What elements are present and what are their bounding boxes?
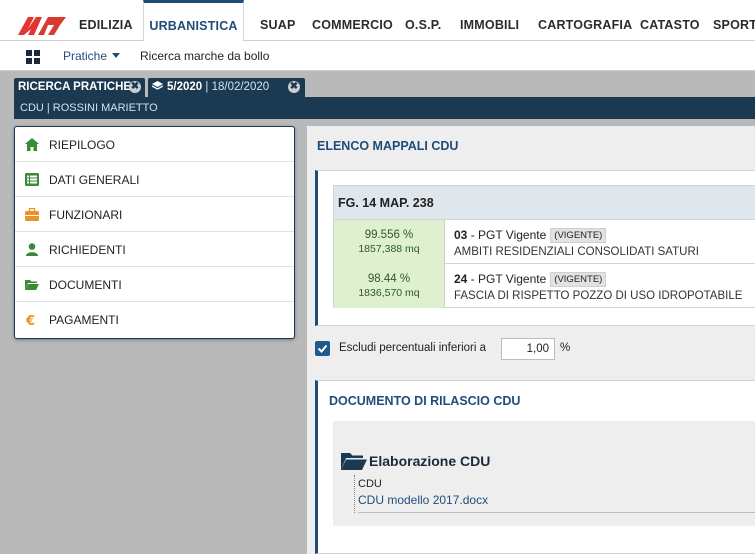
nav-tab-commercio[interactable]: COMMERCIO bbox=[312, 0, 393, 41]
status-badge: (VIGENTE) bbox=[550, 228, 607, 243]
zone-description: 03 - PGT Vigente (VIGENTE) AMBITI RESIDEN… bbox=[454, 220, 699, 264]
section-title-documento: DOCUMENTO DI RILASCIO CDU bbox=[329, 394, 521, 408]
menu-label: FUNZIONARI bbox=[49, 208, 123, 222]
close-tab-icon[interactable]: ✖ bbox=[129, 81, 141, 93]
tab-record[interactable]: 5/2020 | 18/02/2020 ✖ bbox=[148, 78, 305, 97]
tab-ricerca-pratiche[interactable]: RICERCA PRATICHE ✖ bbox=[14, 78, 145, 97]
table-row: 99.556 % 1857,388 mq 03 - PGT Vigente (VI… bbox=[333, 220, 755, 264]
zone-description: 24 - PGT Vigente (VIGENTE) FASCIA DI RISP… bbox=[454, 264, 742, 308]
section-title-mappali: ELENCO MAPPALI CDU bbox=[317, 139, 459, 153]
menu-label: RIEPILOGO bbox=[49, 138, 116, 152]
parcel-card: FG. 14 MAP. 238 99.556 % 1857,388 mq 03 … bbox=[315, 170, 755, 326]
menu-label: RICHIEDENTI bbox=[49, 243, 126, 257]
min-percent-input[interactable] bbox=[501, 338, 555, 360]
divider bbox=[358, 512, 755, 513]
plan-name: - PGT Vigente bbox=[467, 228, 547, 242]
doc-group-title: Elaborazione CDU bbox=[369, 453, 491, 469]
menu-item-riepilogo[interactable]: RIEPILOGO bbox=[15, 127, 294, 162]
menu-item-dati-generali[interactable]: DATI GENERALI bbox=[15, 162, 294, 197]
briefcase-icon bbox=[25, 208, 39, 221]
nav-tab-suap[interactable]: SUAP bbox=[260, 0, 296, 41]
record-number: 5/2020 bbox=[167, 81, 203, 93]
menu-label: DATI GENERALI bbox=[49, 173, 140, 187]
area-value: 1857,388 mq bbox=[358, 243, 420, 255]
home-icon bbox=[25, 138, 39, 151]
nav-tab-edilizia[interactable]: EDILIZIA bbox=[79, 0, 133, 41]
user-icon bbox=[26, 243, 38, 256]
nav-tab-sportello[interactable]: SPORTE bbox=[713, 0, 755, 41]
record-sep: | bbox=[202, 81, 212, 93]
nav-tab-catasto[interactable]: CATASTO bbox=[640, 0, 700, 41]
app-logo[interactable] bbox=[18, 13, 66, 37]
menu-item-richiedenti[interactable]: RICHIEDENTI bbox=[15, 232, 294, 267]
nav-tab-urbanistica[interactable]: URBANISTICA bbox=[143, 0, 244, 42]
sub-nav: Pratiche Ricerca marche da bollo bbox=[0, 41, 755, 71]
doc-card: DOCUMENTO DI RILASCIO CDU Elaborazione C… bbox=[315, 380, 755, 554]
caret-down-icon bbox=[112, 53, 121, 58]
nav-tab-immobili[interactable]: IMMOBILI bbox=[460, 0, 519, 41]
left-menu: RIEPILOGO DATI GENERALI FUNZIONARI RICHI… bbox=[14, 126, 295, 339]
zone-name: FASCIA DI RISPETTO POZZO DI USO IDROPOTA… bbox=[454, 290, 743, 302]
doc-group: Elaborazione CDU CDU CDU modello 2017.do… bbox=[333, 421, 755, 526]
parcel-header: FG. 14 MAP. 238 bbox=[333, 185, 755, 220]
pratiche-menu[interactable]: Pratiche bbox=[63, 41, 121, 71]
menu-label: DOCUMENTI bbox=[49, 278, 122, 292]
percent-value: 99.556 % bbox=[364, 229, 414, 241]
table-row: 98.44 % 1836,570 mq 24 - PGT Vigente (VIG… bbox=[333, 264, 755, 308]
area-value: 1836,570 mq bbox=[358, 287, 420, 299]
folder-open-icon bbox=[341, 453, 367, 470]
menu-item-pagamenti[interactable]: € PAGAMENTI bbox=[15, 302, 294, 337]
apps-grid-icon[interactable] bbox=[26, 50, 40, 64]
ricerca-marche-link[interactable]: Ricerca marche da bollo bbox=[140, 41, 269, 71]
plan-name: - PGT Vigente bbox=[467, 272, 547, 286]
zone-code: 03 bbox=[454, 228, 468, 242]
percent-cell: 98.44 % 1836,570 mq bbox=[333, 264, 445, 308]
top-nav: EDILIZIA URBANISTICA SUAP COMMERCIO O.S.… bbox=[0, 0, 755, 42]
menu-item-documenti[interactable]: DOCUMENTI bbox=[15, 267, 294, 302]
main-panel: ELENCO MAPPALI CDU FG. 14 MAP. 238 99.55… bbox=[307, 126, 755, 554]
record-date: 18/02/2020 bbox=[211, 81, 270, 93]
nav-tab-osp[interactable]: O.S.P. bbox=[405, 0, 441, 41]
doc-list: CDU CDU modello 2017.docx bbox=[354, 475, 755, 513]
pratiche-menu-label: Pratiche bbox=[63, 49, 108, 63]
percent-unit: % bbox=[560, 342, 571, 354]
svg-text:€: € bbox=[25, 314, 35, 326]
tab-ricerca-label: RICERCA PRATICHE bbox=[18, 81, 132, 93]
doc-file-link[interactable]: CDU modello 2017.docx bbox=[358, 493, 755, 507]
percent-value: 98.44 % bbox=[367, 273, 411, 285]
close-record-tab-icon[interactable]: ✖ bbox=[288, 81, 300, 93]
euro-icon: € bbox=[25, 314, 35, 326]
percent-cell: 99.556 % 1857,388 mq bbox=[333, 220, 445, 264]
list-icon bbox=[25, 173, 39, 186]
status-badge: (VIGENTE) bbox=[550, 272, 607, 287]
zone-name: AMBITI RESIDENZIALI CONSOLIDATI SATURI bbox=[454, 246, 699, 258]
zone-code: 24 bbox=[454, 272, 468, 286]
folder-open-icon bbox=[25, 280, 39, 290]
exclude-percent-checkbox[interactable] bbox=[315, 341, 330, 356]
breadcrumb: CDU | ROSSINI MARIETTO bbox=[14, 97, 755, 119]
doc-category: CDU bbox=[358, 478, 382, 490]
menu-label: PAGAMENTI bbox=[49, 313, 119, 327]
nav-tab-cartografia[interactable]: CARTOGRAFIA bbox=[538, 0, 632, 41]
exclude-percent-label: Escludi percentuali inferiori a bbox=[339, 342, 487, 354]
menu-item-funzionari[interactable]: FUNZIONARI bbox=[15, 197, 294, 232]
layers-icon bbox=[152, 81, 163, 90]
